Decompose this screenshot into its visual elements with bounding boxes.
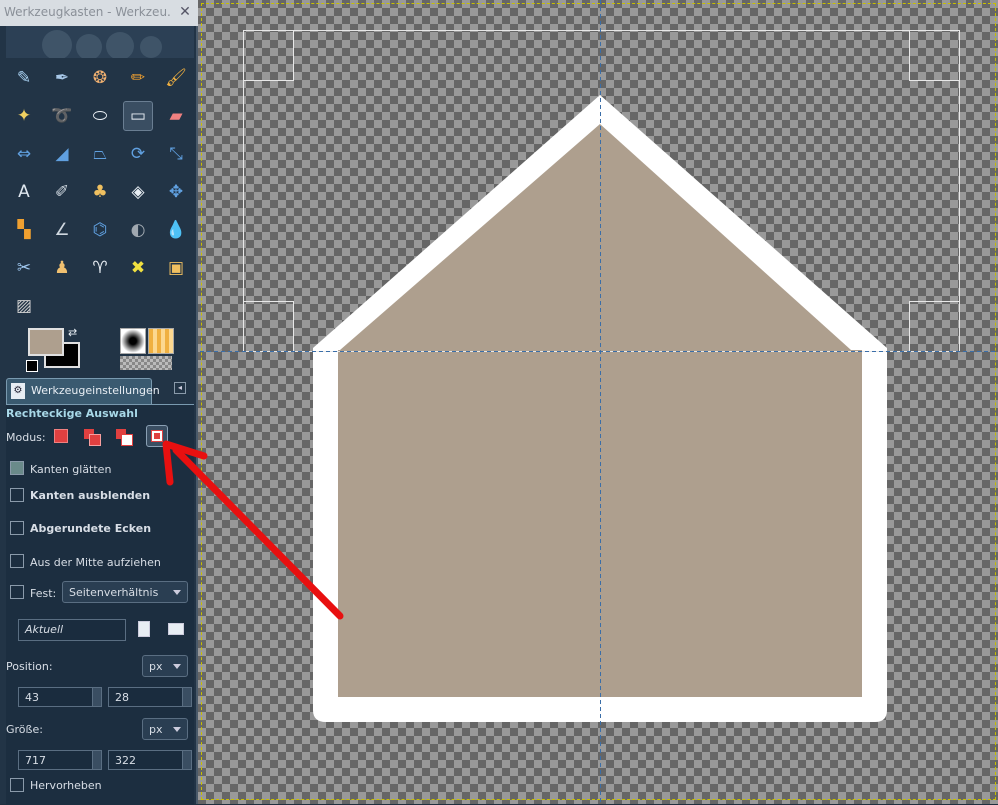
paintbrush-icon[interactable]: 🖌 [161, 63, 191, 93]
highlight-label: Hervorheben [30, 779, 102, 792]
image-canvas[interactable] [198, 0, 998, 804]
size-height-value: 322 [115, 754, 136, 767]
fuzzy-select-icon[interactable]: ✦ [9, 101, 39, 131]
scissors-icon[interactable]: ✂ [9, 253, 39, 283]
heal-icon[interactable]: ♣ [85, 177, 115, 207]
mode-label: Modus: [6, 431, 46, 444]
blend-icon[interactable]: ▨ [9, 291, 39, 321]
fixed-label: Fest: [30, 587, 57, 600]
antialias-checkbox[interactable] [10, 461, 24, 475]
window-title: Werkzeugkasten - Werkzeu... [4, 5, 172, 19]
rect-select-icon[interactable]: ▭ [123, 101, 153, 131]
align-icon[interactable]: ▚ [9, 215, 39, 245]
path-icon[interactable]: ⌬ [85, 215, 115, 245]
airbrush-icon[interactable]: ✎ [9, 63, 39, 93]
chevron-down-icon [173, 727, 181, 732]
tool-options-icon: ⚙ [11, 383, 25, 399]
tool-options-heading: Rechteckige Auswahl [6, 407, 138, 420]
foreground-color-swatch[interactable] [28, 328, 64, 356]
rotate-icon[interactable]: ⟳ [123, 139, 153, 169]
close-button[interactable]: ✕ [176, 3, 194, 21]
tab-tool-options[interactable]: ⚙ Werkzeugeinstellungen [6, 378, 160, 404]
fixed-checkbox[interactable] [10, 585, 24, 599]
shear-icon[interactable]: ⏢ [85, 139, 115, 169]
mode-subtract-button[interactable] [116, 429, 133, 446]
clone-icon[interactable]: ❂ [85, 63, 115, 93]
position-y-value: 28 [115, 691, 129, 704]
size-label: Größe: [6, 723, 43, 736]
cage-transform-icon[interactable]: ✖ [123, 253, 153, 283]
perspective-icon[interactable]: ◢ [47, 139, 77, 169]
mode-intersect-button[interactable] [146, 425, 168, 447]
scale-icon[interactable]: ⤡ [161, 139, 191, 169]
bucket-fill-icon[interactable]: ◈ [123, 177, 153, 207]
position-x-spinner[interactable] [92, 687, 102, 707]
expand-center-checkbox[interactable] [10, 554, 24, 568]
ink-icon[interactable]: ✒ [47, 63, 77, 93]
color-picker-icon[interactable]: ◐ [123, 215, 153, 245]
size-height-field[interactable]: 322 [108, 750, 184, 770]
canvas-boundary [201, 3, 996, 800]
highlight-checkbox[interactable] [10, 778, 24, 792]
size-width-value: 717 [25, 754, 46, 767]
eraser-icon[interactable]: ▰ [161, 101, 191, 131]
tool-options-panel: Rechteckige Auswahl Modus: Kanten glätte… [6, 404, 194, 805]
antialias-label: Kanten glätten [30, 463, 112, 476]
free-select-icon[interactable]: ➰ [47, 101, 77, 131]
blur-icon[interactable]: 💧 [161, 215, 191, 245]
feather-label: Kanten ausblenden [30, 489, 151, 502]
dock-menu-icon[interactable]: ◂ [174, 382, 186, 394]
position-y-field[interactable]: 28 [108, 687, 184, 707]
rounded-corners-label: Abgerundete Ecken [30, 522, 152, 535]
dodge-burn-icon[interactable]: ♈ [85, 253, 115, 283]
size-width-spinner[interactable] [92, 750, 102, 770]
size-unit-combo[interactable]: px [142, 718, 188, 740]
rounded-corners-checkbox[interactable] [10, 521, 24, 535]
options-tabbar: ⚙ Werkzeugeinstellungen ◂ [6, 376, 194, 404]
position-unit-combo[interactable]: px [142, 655, 188, 677]
toolbox-titlebar: Werkzeugkasten - Werkzeu... ✕ [0, 0, 198, 26]
color-area: ⇄ [6, 322, 194, 374]
text-icon[interactable]: A [9, 177, 39, 207]
size-unit-value: px [149, 723, 163, 736]
position-y-spinner[interactable] [182, 687, 192, 707]
fixed-mode-combo[interactable]: Seitenverhältnis [62, 581, 188, 603]
default-colors-icon[interactable] [26, 360, 38, 372]
foreground-select-icon[interactable]: ♟ [47, 253, 77, 283]
chevron-down-icon [173, 590, 181, 595]
toolbox-dock: Werkzeugkasten - Werkzeu... ✕ ✎ ✒ ❂ ✏ 🖌 ✦ ➰ ⬭ ▭ ▰… [0, 0, 198, 805]
chevron-down-icon [173, 664, 181, 669]
move-icon[interactable]: ✥ [161, 177, 191, 207]
brush-preview-icon[interactable] [120, 328, 146, 354]
measure-icon[interactable]: ∠ [47, 215, 77, 245]
portrait-icon[interactable] [138, 621, 150, 637]
ellipse-select-icon[interactable]: ⬭ [85, 101, 115, 131]
size-width-field[interactable]: 717 [18, 750, 94, 770]
mode-add-button[interactable] [84, 429, 101, 446]
size-height-spinner[interactable] [182, 750, 192, 770]
position-label: Position: [6, 660, 53, 673]
color-select-icon[interactable]: ▣ [161, 253, 191, 283]
pattern-preview-icon[interactable] [148, 328, 174, 354]
position-x-value: 43 [25, 691, 39, 704]
expand-center-label: Aus der Mitte aufziehen [30, 556, 161, 569]
position-x-field[interactable]: 43 [18, 687, 94, 707]
tool-grid: ✎ ✒ ❂ ✏ 🖌 ✦ ➰ ⬭ ▭ ▰ ⇔ ◢ ⏢ ⟳ ⤡ A ✐ ♣ ◈ ✥ ▚ ∠ ⌬ ◐ 💧 ✂ ♟ ♈ ✖ ▣ ▨ [6, 58, 194, 320]
fixed-mode-value: Seitenverhältnis [69, 586, 159, 599]
wilber-banner[interactable] [6, 26, 194, 58]
position-unit-value: px [149, 660, 163, 673]
flip-icon[interactable]: ⇔ [9, 139, 39, 169]
swap-colors-icon[interactable]: ⇄ [68, 326, 77, 339]
current-ratio-value: Aktuell [25, 623, 64, 636]
mode-replace-button[interactable] [54, 429, 68, 443]
gradient-preview-icon[interactable] [120, 356, 172, 370]
current-ratio-field[interactable]: Aktuell [18, 619, 126, 641]
smudge-icon[interactable]: ✐ [47, 177, 77, 207]
landscape-icon[interactable] [168, 623, 184, 635]
feather-checkbox[interactable] [10, 488, 24, 502]
pencil-icon[interactable]: ✏ [123, 63, 153, 93]
